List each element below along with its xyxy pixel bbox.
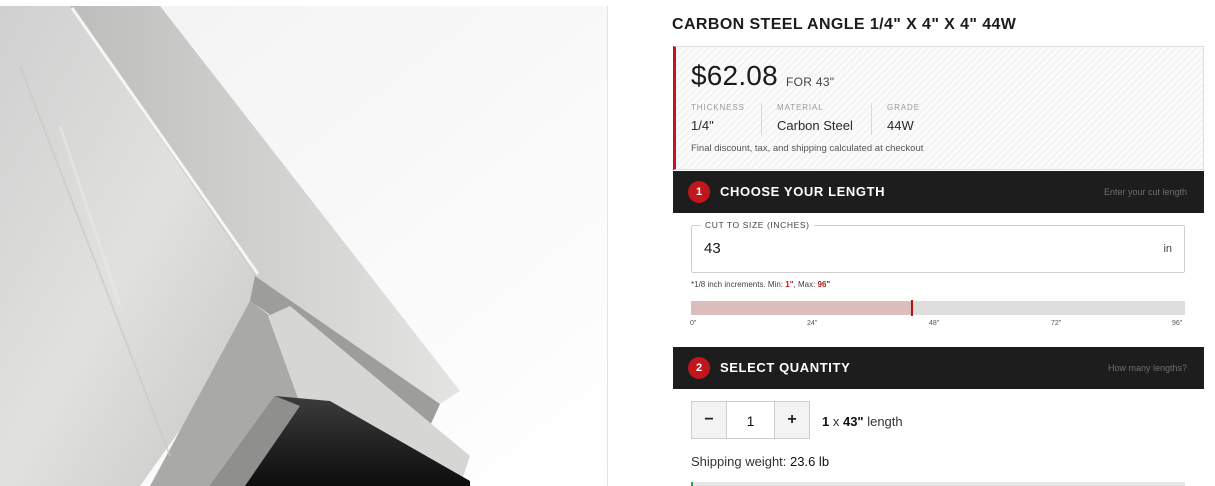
- spec-value: 44W: [887, 118, 914, 133]
- spec-label: THICKNESS: [691, 103, 745, 112]
- step-number-badge: 1: [688, 181, 710, 203]
- decrement-button[interactable]: −: [691, 401, 727, 439]
- quantity-input[interactable]: 1: [727, 401, 774, 439]
- section-title: CHOOSE YOUR LENGTH: [720, 184, 886, 199]
- slider-tick: 24": [807, 320, 818, 327]
- shipping-label: Shipping weight:: [691, 454, 791, 469]
- spec-label: GRADE: [887, 103, 920, 112]
- shipping-weight: Shipping weight: 23.6 lb: [691, 454, 829, 469]
- cut-length-field[interactable]: CUT TO SIZE (INCHES) in: [691, 220, 1185, 273]
- quantity-summary: 1 x 43" length: [822, 414, 903, 429]
- shipping-value: 23.6 lb: [790, 454, 830, 469]
- price-for-length: FOR 43": [786, 75, 835, 89]
- cut-length-input[interactable]: [704, 240, 1104, 257]
- length-slider[interactable]: [691, 300, 1185, 316]
- max-length: 96": [817, 280, 831, 289]
- section-title: SELECT QUANTITY: [720, 360, 851, 375]
- spec-thickness: THICKNESS 1/4": [691, 103, 745, 135]
- product-title: CARBON STEEL ANGLE 1/4" X 4" X 4" 44W: [672, 16, 1017, 33]
- spec-divider: [761, 103, 762, 135]
- next-section-edge: [691, 482, 1185, 486]
- spec-value: Carbon Steel: [777, 118, 853, 133]
- summary-x: x: [829, 414, 843, 429]
- slider-tick: 0": [690, 320, 697, 327]
- price-note: Final discount, tax, and shipping calcul…: [691, 143, 924, 154]
- spec-divider: [871, 103, 872, 135]
- slider-tick: 96": [1172, 320, 1183, 327]
- increment-button[interactable]: +: [774, 401, 810, 439]
- unit-label: in: [1163, 243, 1172, 255]
- slider-tick: 72": [1051, 320, 1062, 327]
- spec-label: MATERIAL: [777, 103, 824, 112]
- summary-suffix: length: [863, 414, 903, 429]
- summary-length: 43": [842, 414, 864, 429]
- product-image[interactable]: [0, 6, 608, 486]
- cut-length-label: CUT TO SIZE (INCHES): [701, 220, 814, 230]
- min-length: 1": [785, 280, 794, 289]
- quantity-section-header: 2 SELECT QUANTITY How many lengths?: [673, 347, 1204, 389]
- step-number-badge: 2: [688, 357, 710, 379]
- increment-note-text: *1/8 inch increments. Min:: [691, 280, 786, 289]
- spec-material: MATERIAL Carbon Steel: [777, 103, 853, 135]
- section-hint: How many lengths?: [1107, 363, 1187, 373]
- length-section-header: 1 CHOOSE YOUR LENGTH Enter your cut leng…: [673, 171, 1204, 213]
- price-card: $62.08 FOR 43" THICKNESS 1/4" MATERIAL C…: [673, 46, 1204, 170]
- increment-note: *1/8 inch increments. Min: 1", Max: 96": [691, 280, 830, 289]
- spec-grade: GRADE 44W: [887, 103, 920, 135]
- slider-handle[interactable]: [911, 300, 914, 316]
- section-hint: Enter your cut length: [1103, 187, 1187, 197]
- slider-fill: [691, 301, 913, 315]
- price: $62.08: [691, 60, 778, 91]
- increment-note-sep: , Max:: [793, 280, 818, 289]
- spec-value: 1/4": [691, 118, 714, 133]
- slider-tick: 48": [929, 320, 940, 327]
- steel-angle-illustration: [0, 6, 607, 486]
